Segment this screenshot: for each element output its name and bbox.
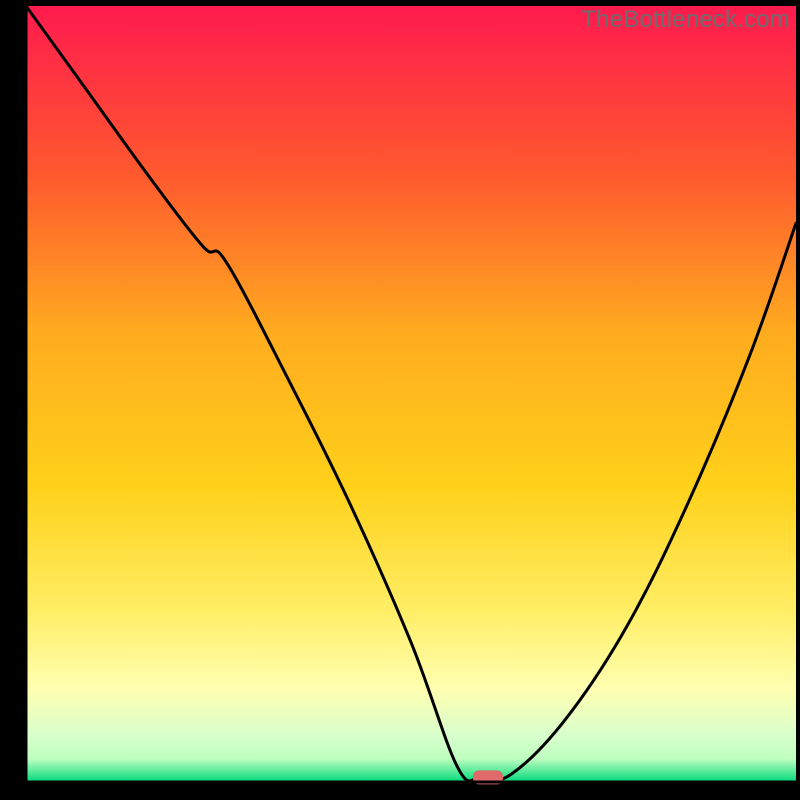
watermark-text: TheBottleneck.com [581,6,790,34]
plot-area-gradient [26,6,796,782]
bottleneck-chart [0,0,800,800]
chart-container: TheBottleneck.com [0,0,800,800]
